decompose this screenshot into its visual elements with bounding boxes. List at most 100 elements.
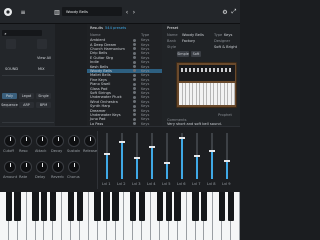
expand-icon[interactable]: ⤢ [231,8,237,15]
search-field[interactable]: ⌕ [2,30,42,36]
favorite-icon[interactable] [133,117,136,121]
column-header-type[interactable]: Type [141,33,149,37]
macro-knob[interactable] [68,135,80,147]
favorite-icon[interactable] [133,38,136,42]
macro-knob[interactable] [52,135,64,147]
black-key[interactable] [112,192,119,221]
column-header-name[interactable]: Name [90,33,101,37]
fader-handle[interactable] [209,150,215,152]
next-preset-icon[interactable]: › [131,9,137,16]
fader-label: Lvl 2 [117,182,126,186]
view-all-label[interactable]: View All [37,56,51,60]
fader-fill [151,147,153,179]
arturia-logo-icon[interactable] [3,7,13,17]
fader-fill [196,156,198,179]
macro-knob[interactable] [4,135,16,147]
library-icon[interactable]: ▥ [54,9,60,16]
prev-preset-icon[interactable]: ‹ [124,9,130,16]
macro-knob[interactable] [84,135,96,147]
knob-label: Sustain [67,149,81,153]
macro-knob[interactable] [36,135,48,147]
menu-icon[interactable]: ≡ [20,9,26,16]
favorite-icon[interactable] [133,78,136,82]
fader-handle[interactable] [179,137,185,139]
black-key[interactable] [41,192,48,221]
fader-handle[interactable] [224,160,230,162]
fader-handle[interactable] [194,155,200,157]
black-key[interactable] [103,192,110,221]
black-key[interactable] [218,192,226,221]
knob-label: Attack [35,149,47,153]
favorite-icon[interactable] [133,122,136,126]
favorite-icon[interactable] [133,113,136,117]
macro-knob[interactable] [20,135,32,147]
fader-handle[interactable] [149,146,155,148]
black-key[interactable] [165,192,172,221]
black-key[interactable] [192,192,199,221]
macro-knob[interactable] [68,161,80,173]
mode-single-button[interactable]: Single [36,93,51,99]
sequence-button[interactable]: Sequence [1,102,18,108]
black-key[interactable] [227,192,235,221]
mode-poly-button[interactable]: Poly [2,93,17,99]
favorite-icon[interactable] [133,51,136,55]
knob-label: Reverb [51,175,64,179]
macro-knob[interactable] [36,161,48,173]
favorite-icon[interactable] [133,69,136,73]
piano-keyboard[interactable] [0,192,240,240]
black-key[interactable] [5,192,12,221]
preset-name-display[interactable]: Woody Bells [62,7,122,16]
favorite-icon[interactable] [133,47,136,51]
arp-button[interactable]: ARP [19,102,34,108]
black-key[interactable] [174,192,181,221]
favorite-icon[interactable] [133,56,136,60]
settings-gear-icon[interactable]: ⚙ [222,9,228,16]
mix-tab-icon[interactable] [37,39,47,49]
black-key[interactable] [49,192,57,221]
mode-legato-label: Legat [21,94,32,98]
fader-handle[interactable] [104,153,110,155]
favorite-icon[interactable] [133,73,136,77]
fader-handle[interactable] [119,141,125,143]
chip-soft[interactable]: Soft [191,51,201,57]
black-key[interactable] [138,192,146,221]
favorite-icon[interactable] [133,86,136,90]
sequence-label: Sequence [1,103,18,107]
black-key[interactable] [201,192,208,221]
chip-simple[interactable]: Simple [177,51,189,57]
bpm-button[interactable]: BPM [36,102,51,108]
macro-knob[interactable] [20,161,32,173]
black-key[interactable] [14,192,21,221]
fader-label: Lvl 9 [222,182,231,186]
fader-handle[interactable] [164,162,170,164]
favorite-icon[interactable] [133,100,136,104]
black-key[interactable] [129,192,137,221]
favorite-icon[interactable] [133,82,136,86]
fader-handle[interactable] [134,157,140,159]
search-icon: ⌕ [4,30,7,36]
mode-legato-button[interactable]: Legat [19,93,34,99]
black-key[interactable] [94,192,101,221]
preset-count: 544 presets [105,26,127,30]
favorite-icon[interactable] [133,91,136,95]
favorite-icon[interactable] [133,64,136,68]
tab-mix[interactable]: MIX [38,67,45,71]
black-key[interactable] [156,192,163,221]
results-tab[interactable]: Results [90,26,103,30]
knob-label: Release [83,149,98,153]
tab-sound[interactable]: SOUND [5,67,18,71]
black-key[interactable] [32,192,39,221]
divider [2,75,54,76]
favorite-icon[interactable] [133,108,136,112]
favorite-icon[interactable] [133,42,136,46]
preset-list: Ambient Keys A Deep Dream Keys Church Harmon… [87,38,162,126]
favorite-icon[interactable] [133,60,136,64]
macro-knob[interactable] [52,161,64,173]
macro-knob[interactable] [4,161,16,173]
favorite-icon[interactable] [133,95,136,99]
black-key[interactable] [67,192,75,221]
favorite-icon[interactable] [133,104,136,108]
sound-tab-icon[interactable] [6,39,16,49]
chip-soft-label: Soft [192,52,200,56]
black-key[interactable] [76,192,83,221]
